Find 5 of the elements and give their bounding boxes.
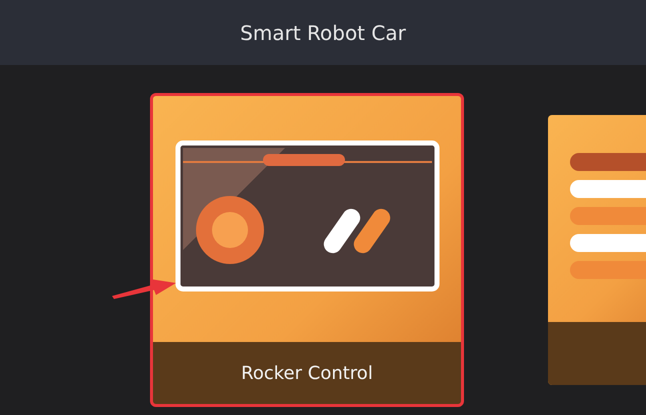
mode-card[interactable]: Rocker Control [152,95,462,405]
app-title: Smart Robot Car [240,20,406,46]
card-label: Rocker Control [241,362,373,386]
mode-card[interactable] [548,115,646,385]
pointer-arrow [112,279,176,299]
